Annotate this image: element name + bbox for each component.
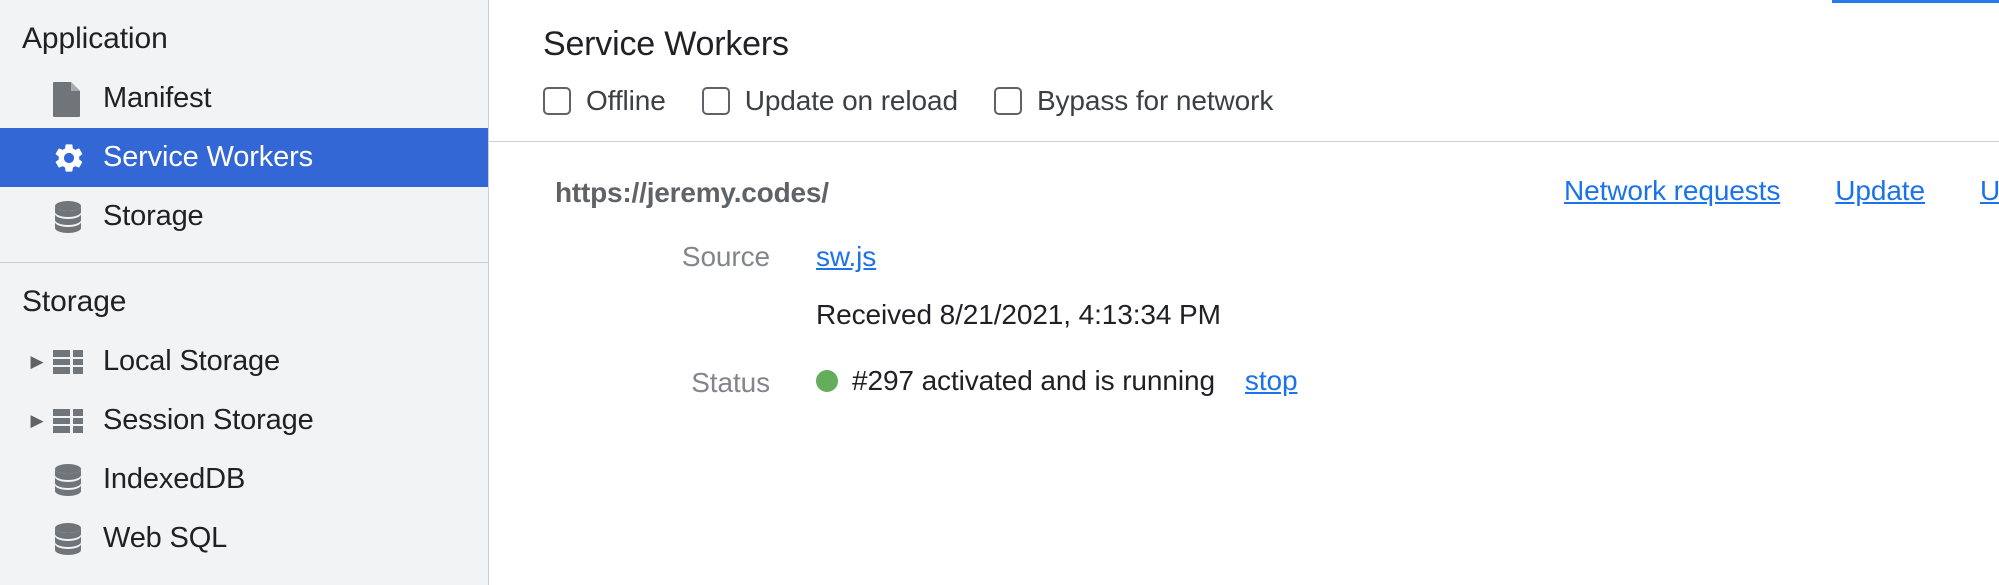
sidebar-item-session-storage[interactable]: ▶ Session Storage — [0, 391, 488, 450]
sidebar-item-label: Web SQL — [103, 522, 228, 554]
registration-scope-row: https://jeremy.codes/ Network requests U… — [489, 175, 1999, 209]
database-icon — [52, 522, 90, 556]
status-text: #297 activated and is running — [852, 365, 1215, 397]
sidebar-item-label: Storage — [103, 200, 204, 232]
sidebar-item-storage[interactable]: Storage — [0, 187, 488, 246]
received-timestamp: Received 8/21/2021, 4:13:34 PM — [816, 299, 1221, 331]
source-file-link[interactable]: sw.js — [816, 241, 876, 273]
table-icon — [52, 408, 90, 434]
source-row: Source sw.js — [489, 241, 1999, 273]
chevron-right-icon[interactable]: ▶ — [22, 353, 52, 370]
bypass-for-network-checkbox-row[interactable]: Bypass for network — [993, 85, 1274, 117]
source-value: sw.js — [816, 241, 876, 273]
chevron-right-icon[interactable]: ▶ — [22, 412, 52, 429]
sidebar-section-title-application: Application — [22, 22, 168, 55]
network-requests-link[interactable]: Network requests — [1564, 175, 1780, 207]
update-link[interactable]: Update — [1835, 175, 1925, 207]
page-title: Service Workers — [543, 25, 789, 63]
status-label: Status — [691, 367, 770, 399]
document-icon — [52, 81, 90, 117]
gear-icon — [52, 141, 90, 175]
unregister-link[interactable]: Unregister — [1980, 175, 1999, 207]
sidebar-item-web-sql[interactable]: Web SQL — [0, 509, 488, 568]
database-icon — [52, 463, 90, 497]
devtools-application-panel: Application Manifest Service Workers Sto… — [0, 0, 1999, 585]
registration-scope-url: https://jeremy.codes/ — [555, 177, 829, 209]
sidebar-item-label: Manifest — [103, 82, 212, 114]
header-divider — [489, 141, 1999, 143]
sidebar-item-local-storage[interactable]: ▶ Local Storage — [0, 332, 488, 391]
update-on-reload-checkbox-row[interactable]: Update on reload — [701, 85, 958, 117]
bypass-for-network-label: Bypass for network — [1036, 85, 1274, 117]
offline-checkbox[interactable] — [543, 87, 571, 116]
status-row: Status #297 activated and is running sto… — [489, 365, 1999, 399]
service-workers-header: Service Workers Offline Update on reload… — [489, 0, 1999, 117]
database-icon — [52, 200, 90, 234]
sidebar-section-storage: Storage ▶ Local Storage ▶ Session Storag… — [0, 263, 488, 568]
source-label: Source — [681, 241, 770, 273]
sidebar-item-indexeddb[interactable]: IndexedDB — [0, 450, 488, 509]
status-running-dot — [816, 370, 838, 393]
sidebar-section-application: Application Manifest Service Workers Sto… — [0, 0, 488, 246]
partial-link-above-viewport[interactable] — [1832, 0, 1999, 3]
status-value: #297 activated and is running stop — [816, 365, 1298, 397]
sidebar-section-title-storage: Storage — [22, 285, 127, 318]
offline-label: Offline — [586, 85, 666, 117]
update-on-reload-checkbox[interactable] — [701, 87, 730, 116]
sidebar-item-label: Local Storage — [103, 345, 281, 377]
stop-link[interactable]: stop — [1245, 365, 1298, 397]
sidebar-item-service-workers[interactable]: Service Workers — [0, 128, 488, 187]
service-worker-registration: https://jeremy.codes/ Network requests U… — [489, 175, 1999, 399]
sidebar-item-label: IndexedDB — [103, 463, 246, 495]
registration-actions: Network requests Update Unregister — [1564, 175, 1999, 207]
offline-checkbox-row[interactable]: Offline — [543, 85, 666, 117]
table-icon — [52, 349, 90, 375]
bypass-for-network-checkbox[interactable] — [993, 87, 1022, 116]
sidebar: Application Manifest Service Workers Sto… — [0, 0, 489, 585]
sidebar-item-manifest[interactable]: Manifest — [0, 69, 488, 128]
sidebar-item-label: Service Workers — [103, 141, 313, 173]
received-row: Received 8/21/2021, 4:13:34 PM — [489, 299, 1999, 331]
service-worker-options: Offline Update on reload Bypass for netw… — [543, 85, 1999, 117]
sidebar-item-label: Session Storage — [103, 404, 314, 436]
update-on-reload-label: Update on reload — [744, 85, 958, 117]
service-workers-pane: Service Workers Offline Update on reload… — [489, 0, 1999, 585]
